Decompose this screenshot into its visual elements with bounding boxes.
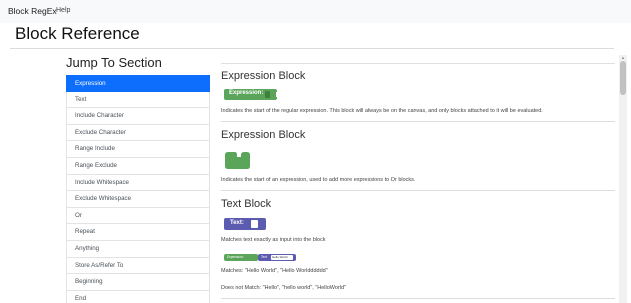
section-description: Indicates the start of the regular expre… xyxy=(221,108,543,114)
title-divider xyxy=(10,48,614,49)
sidebar-item-beginning[interactable]: Beginning xyxy=(66,274,210,291)
page-title: Block Reference xyxy=(15,24,140,43)
example-text-value: Hello World xyxy=(271,255,293,260)
section-text: Text Block Text: Matches text exactly as… xyxy=(221,198,615,303)
example-expression-block: Expression: xyxy=(224,254,258,261)
text-input-slot xyxy=(251,220,258,228)
jump-to-section-heading: Jump To Section xyxy=(66,55,162,70)
navbar: Block RegEx Help xyxy=(0,0,631,23)
sidebar-item-include-whitespace[interactable]: Include Whitespace xyxy=(66,174,210,192)
block-connector-icon xyxy=(265,91,270,98)
text-block-label: Text: xyxy=(230,220,244,226)
nav-help-link[interactable]: Help xyxy=(56,7,70,14)
section-or-expression: Expression Block Indicates the start of … xyxy=(221,129,615,191)
example-text-label: Text xyxy=(261,255,267,259)
section-description: Matches text exactly as input into the b… xyxy=(221,237,326,243)
example-block-chain: Expression: Text Hello World xyxy=(224,254,296,261)
expression-block-preview: Expression: xyxy=(224,89,279,100)
navbar-brand[interactable]: Block RegEx xyxy=(8,6,57,16)
sidebar-item-or[interactable]: Or xyxy=(66,207,210,225)
sidebar-item-range-exclude[interactable]: Range Exclude xyxy=(66,157,210,175)
section-nav: Expression Text Include Character Exclud… xyxy=(66,75,210,303)
section-title: Text Block xyxy=(221,198,272,210)
sidebar-item-anything[interactable]: Anything xyxy=(66,240,210,258)
sidebar-item-exclude-character[interactable]: Exclude Character xyxy=(66,124,210,142)
sidebar-item-repeat[interactable]: Repeat xyxy=(66,224,210,241)
sidebar-item-store-as-refer-to[interactable]: Store As/Refer To xyxy=(66,257,210,275)
sidebar-item-include-character[interactable]: Include Character xyxy=(66,108,210,125)
does-not-match-text: Does not Match: "Hello", "hello world", … xyxy=(221,285,347,291)
text-block-preview: Text: xyxy=(224,218,266,230)
sidebar-item-range-include[interactable]: Range Include xyxy=(66,141,210,158)
content-top-divider xyxy=(221,63,615,64)
sidebar-item-end[interactable]: End xyxy=(66,290,210,303)
section-expression: Expression Block Expression: Indicates t… xyxy=(221,70,615,122)
block-tab-icon xyxy=(276,92,279,97)
section-description: Indicates the start of an expression, us… xyxy=(221,177,416,183)
example-expression-label: Expression: xyxy=(227,255,244,259)
section-title: Expression Block xyxy=(221,129,306,141)
section-divider xyxy=(221,190,615,191)
sidebar-item-expression[interactable]: Expression xyxy=(66,75,210,92)
section-title: Expression Block xyxy=(221,70,306,82)
scroll-up-icon[interactable]: ▲ xyxy=(620,55,626,60)
sidebar-item-exclude-whitespace[interactable]: Exclude Whitespace xyxy=(66,191,210,208)
scroll-thumb[interactable] xyxy=(620,61,626,95)
vertical-scrollbar[interactable]: ▲ xyxy=(619,55,627,303)
sidebar-item-text[interactable]: Text xyxy=(66,91,210,109)
matches-text: Matches: "Hello World", "Hello Worlddddd… xyxy=(221,268,328,274)
section-divider xyxy=(221,121,615,122)
section-divider xyxy=(221,298,615,299)
or-expression-block-icon xyxy=(225,152,250,169)
example-text-block: Text Hello World xyxy=(258,254,296,261)
expression-block-label: Expression: xyxy=(229,90,264,96)
